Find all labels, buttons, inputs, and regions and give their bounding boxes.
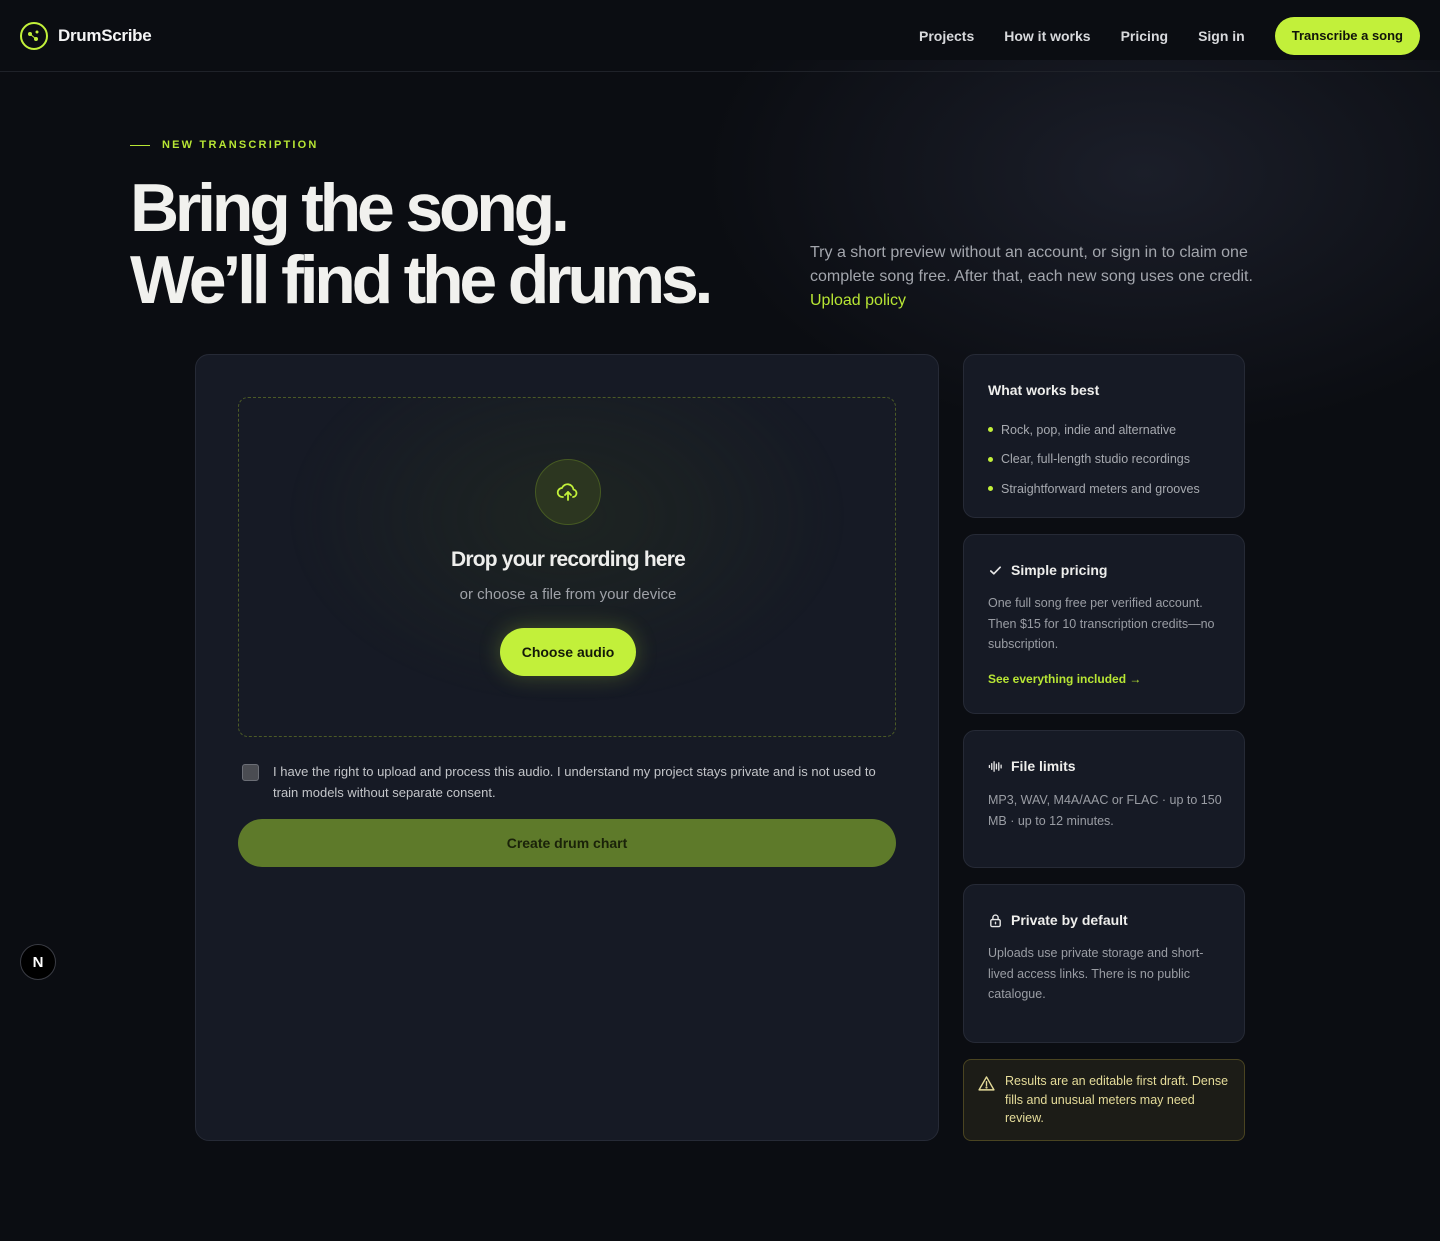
privacy-title-text: Private by default <box>1011 912 1128 928</box>
list-item: Straightforward meters and grooves <box>988 474 1200 504</box>
list-item: Rock, pop, indie and alternative <box>988 415 1200 445</box>
logo-icon <box>20 21 48 50</box>
site-header: DrumScribe Projects How it works Pricing… <box>0 0 1440 72</box>
check-icon <box>989 565 1002 575</box>
list-item-text: Straightforward meters and grooves <box>1001 481 1200 496</box>
bullet-icon <box>988 427 993 433</box>
works-best-card: What works best Rock, pop, indie and alt… <box>963 354 1245 518</box>
eyebrow-label: NEW TRANSCRIPTION <box>162 139 319 151</box>
badge-letter: N <box>32 953 44 971</box>
brand-name: DrumScribe <box>58 25 152 45</box>
consent-checkbox[interactable] <box>242 764 259 781</box>
list-item-text: Clear, full-length studio recordings <box>1001 452 1190 467</box>
dropzone-subtitle: or choose a file from your device <box>459 586 677 603</box>
upload-policy-link[interactable]: Upload policy <box>810 289 1280 313</box>
hero-description: Try a short preview without an account, … <box>810 241 1280 313</box>
waveform-icon <box>988 760 1002 772</box>
hero-copy-text: Try a short preview without an account, … <box>810 244 1253 285</box>
bullet-icon <box>988 456 993 462</box>
works-best-title-text: What works best <box>988 382 1100 398</box>
page-title: Bring the song. We’ll find the drums. <box>130 170 713 318</box>
see-everything-link[interactable]: See everything included → <box>988 672 1141 686</box>
privacy-title: Private by default <box>988 912 1128 928</box>
file-limits-title-text: File limits <box>1011 758 1076 774</box>
transcribe-song-button[interactable]: Transcribe a song <box>1274 16 1420 55</box>
nav-projects[interactable]: Projects <box>919 28 974 44</box>
bullet-icon <box>988 486 993 492</box>
works-best-title: What works best <box>988 382 1099 398</box>
privacy-card: Private by default Uploads use private s… <box>963 884 1245 1043</box>
list-item-text: Rock, pop, indie and alternative <box>1001 422 1177 437</box>
file-limits-card: File limits MP3, WAV, M4A/AAC or FLAC · … <box>963 730 1245 868</box>
create-drum-chart-button[interactable]: Create drum chart <box>238 819 896 867</box>
dev-tools-badge[interactable]: N <box>20 944 56 980</box>
eyebrow-line <box>130 144 150 146</box>
nav-how-it-works[interactable]: How it works <box>1004 28 1090 44</box>
notice-text: Results are an editable first draft. Den… <box>1005 1074 1229 1125</box>
main-nav: Projects How it works Pricing Sign in Tr… <box>919 16 1420 55</box>
pricing-card: Simple pricing One full song free per ve… <box>963 534 1245 714</box>
lock-icon <box>990 913 1001 927</box>
pricing-body: One full song free per verified account.… <box>988 596 1215 651</box>
draft-notice: Results are an editable first draft. Den… <box>963 1059 1245 1141</box>
file-limits-title: File limits <box>988 758 1076 774</box>
dropzone-title: Drop your recording here <box>450 548 686 571</box>
nav-sign-in[interactable]: Sign in <box>1198 28 1245 44</box>
pricing-title-text: Simple pricing <box>1011 562 1108 578</box>
cloud-upload-icon <box>535 459 601 525</box>
headline-line-2: We’ll find the drums. <box>130 242 713 318</box>
dropzone[interactable]: Drop your recording here or choose a fil… <box>238 397 896 737</box>
headline-line-1: Bring the song. <box>130 170 570 246</box>
file-limits-body: MP3, WAV, M4A/AAC or FLAC · up to 150 MB… <box>988 793 1222 828</box>
warning-icon <box>978 1076 995 1091</box>
works-best-list: Rock, pop, indie and alternative Clear, … <box>988 415 1200 504</box>
nav-pricing[interactable]: Pricing <box>1121 28 1168 44</box>
privacy-body: Uploads use private storage and short-li… <box>988 946 1204 1001</box>
consent-text: I have the right to upload and process t… <box>273 764 876 800</box>
eyebrow: NEW TRANSCRIPTION <box>130 139 319 151</box>
consent-row: I have the right to upload and process t… <box>242 761 892 803</box>
list-item: Clear, full-length studio recordings <box>988 445 1200 475</box>
upload-card: Drop your recording here or choose a fil… <box>195 354 939 1141</box>
pricing-title: Simple pricing <box>988 562 1107 578</box>
choose-audio-button[interactable]: Choose audio <box>500 628 636 676</box>
brand[interactable]: DrumScribe <box>20 21 152 50</box>
